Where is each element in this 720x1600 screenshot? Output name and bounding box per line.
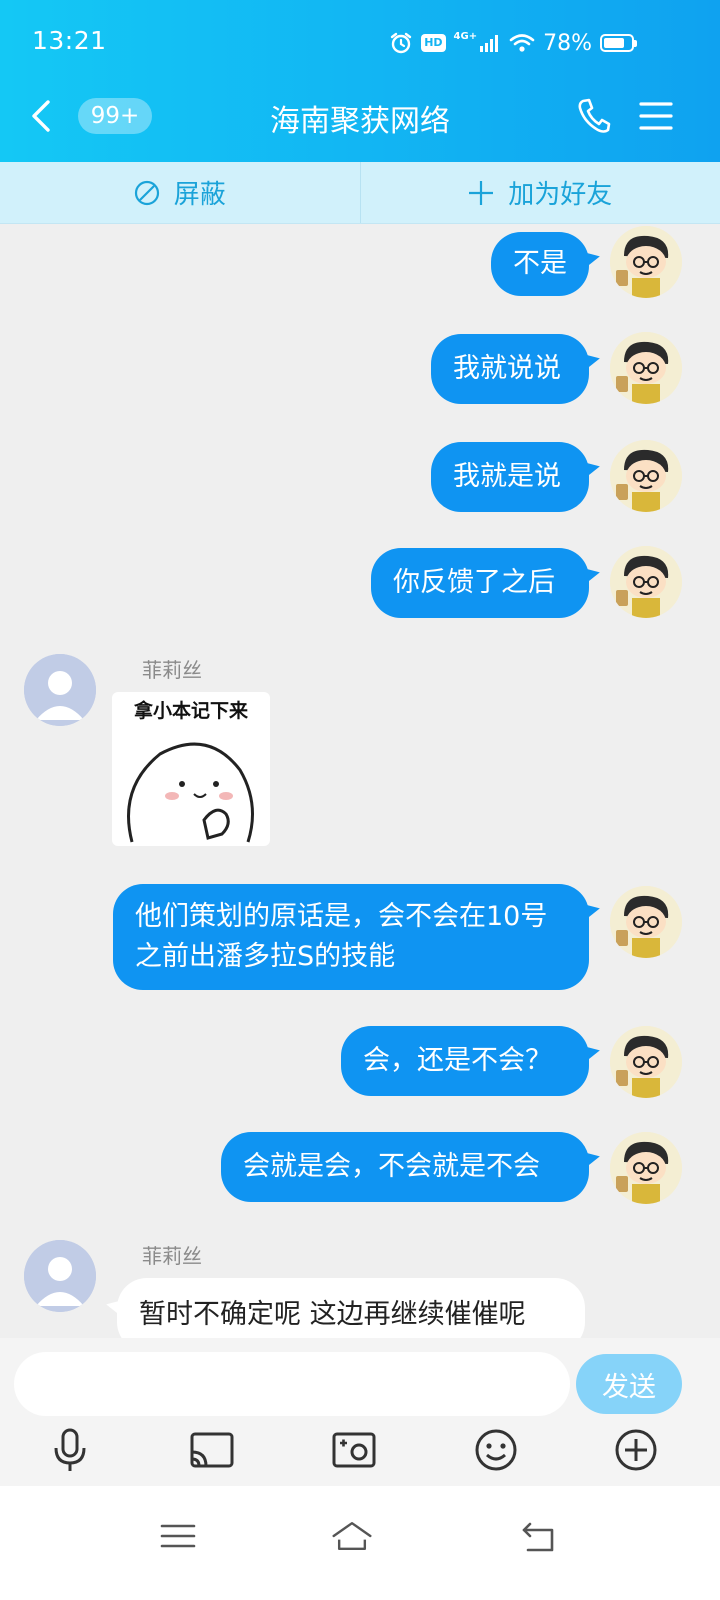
wifi-icon	[509, 34, 535, 52]
back-icon[interactable]	[518, 1516, 562, 1556]
network-type: 4G+	[453, 31, 478, 42]
emoji-icon[interactable]	[472, 1426, 520, 1474]
message-bubble[interactable]: 你反馈了之后	[371, 548, 589, 618]
input-area: 发送	[0, 1338, 720, 1486]
input-toolbar	[0, 1426, 720, 1476]
avatar[interactable]	[24, 654, 96, 726]
avatar[interactable]	[610, 440, 682, 512]
cartoon-avatar-icon	[610, 440, 682, 512]
avatar[interactable]	[610, 886, 682, 958]
send-button[interactable]: 发送	[576, 1354, 682, 1414]
add-friend-button[interactable]: 加为好友	[359, 162, 720, 223]
battery-percent: 78%	[543, 30, 592, 56]
block-button[interactable]: 屏蔽	[0, 162, 360, 223]
message-text: 会就是会，不会就是不会	[243, 1151, 540, 1182]
message-bubble[interactable]: 我就是说	[431, 442, 589, 512]
cast-icon[interactable]	[188, 1426, 236, 1474]
phone-icon[interactable]	[576, 96, 612, 136]
sticker-image[interactable]: 拿小本记下来	[112, 692, 270, 846]
message-text: 我就说说	[453, 353, 561, 384]
plus-icon	[469, 180, 494, 205]
avatar[interactable]	[610, 546, 682, 618]
hd-badge: HD	[421, 34, 446, 52]
cartoon-avatar-icon	[610, 332, 682, 404]
photo-icon[interactable]	[330, 1426, 378, 1474]
cartoon-avatar-icon	[610, 1132, 682, 1204]
message-text: 他们策划的原话是，会不会在10号之前出潘多拉S的技能	[135, 901, 548, 972]
stranger-action-bar: 屏蔽 加为好友	[0, 162, 720, 224]
message-input[interactable]	[14, 1352, 570, 1416]
message-bubble[interactable]: 我就说说	[431, 334, 589, 404]
sender-name: 菲莉丝	[142, 1244, 202, 1268]
avatar[interactable]	[610, 226, 682, 298]
message-bubble[interactable]: 会就是会，不会就是不会	[221, 1132, 589, 1202]
message-bubble[interactable]: 不是	[491, 232, 589, 296]
alarm-icon	[391, 32, 412, 54]
chat-title: 海南聚获网络	[270, 104, 450, 139]
avatar[interactable]	[610, 1026, 682, 1098]
menu-icon[interactable]	[638, 98, 674, 134]
message-bubble[interactable]: 他们策划的原话是，会不会在10号之前出潘多拉S的技能	[113, 884, 589, 990]
system-nav-bar	[0, 1486, 720, 1600]
battery-icon	[600, 34, 637, 52]
add-friend-label: 加为好友	[508, 180, 613, 210]
plus-circle-icon[interactable]	[612, 1426, 660, 1474]
cartoon-avatar-icon	[610, 1026, 682, 1098]
default-user-icon	[24, 654, 96, 726]
cartoon-avatar-icon	[610, 546, 682, 618]
block-icon	[134, 180, 159, 205]
home-icon[interactable]	[330, 1516, 374, 1556]
signal-icon	[480, 35, 499, 52]
message-list[interactable]: 不是 我就说说 我就是说 你反馈了之后 菲莉丝 拿小本记下来 他们策划的原话是，…	[0, 224, 720, 1360]
message-text: 我就是说	[453, 461, 561, 492]
message-text: 暂时不确定呢 这边再继续催催呢	[139, 1299, 526, 1330]
message-text: 会，还是不会？	[363, 1045, 552, 1076]
header: 13:21 HD 4G+ 78% 99+ 海南聚获网络	[0, 0, 720, 162]
cartoon-avatar-icon	[610, 886, 682, 958]
avatar[interactable]	[610, 1132, 682, 1204]
avatar[interactable]	[610, 332, 682, 404]
block-label: 屏蔽	[173, 180, 226, 210]
message-text: 你反馈了之后	[393, 567, 555, 598]
cartoon-avatar-icon	[610, 226, 682, 298]
avatar[interactable]	[24, 1240, 96, 1312]
default-user-icon	[24, 1240, 96, 1312]
microphone-icon[interactable]	[46, 1426, 94, 1474]
menu-icon[interactable]	[156, 1516, 200, 1556]
sender-name: 菲莉丝	[142, 658, 202, 682]
message-text: 不是	[513, 248, 567, 279]
sticker-caption: 拿小本记下来	[133, 700, 248, 722]
status-icons: HD 4G+ 78%	[389, 28, 637, 58]
message-bubble[interactable]: 会，还是不会？	[341, 1026, 589, 1096]
battery-fill	[604, 38, 625, 48]
status-time: 13:21	[32, 26, 107, 55]
